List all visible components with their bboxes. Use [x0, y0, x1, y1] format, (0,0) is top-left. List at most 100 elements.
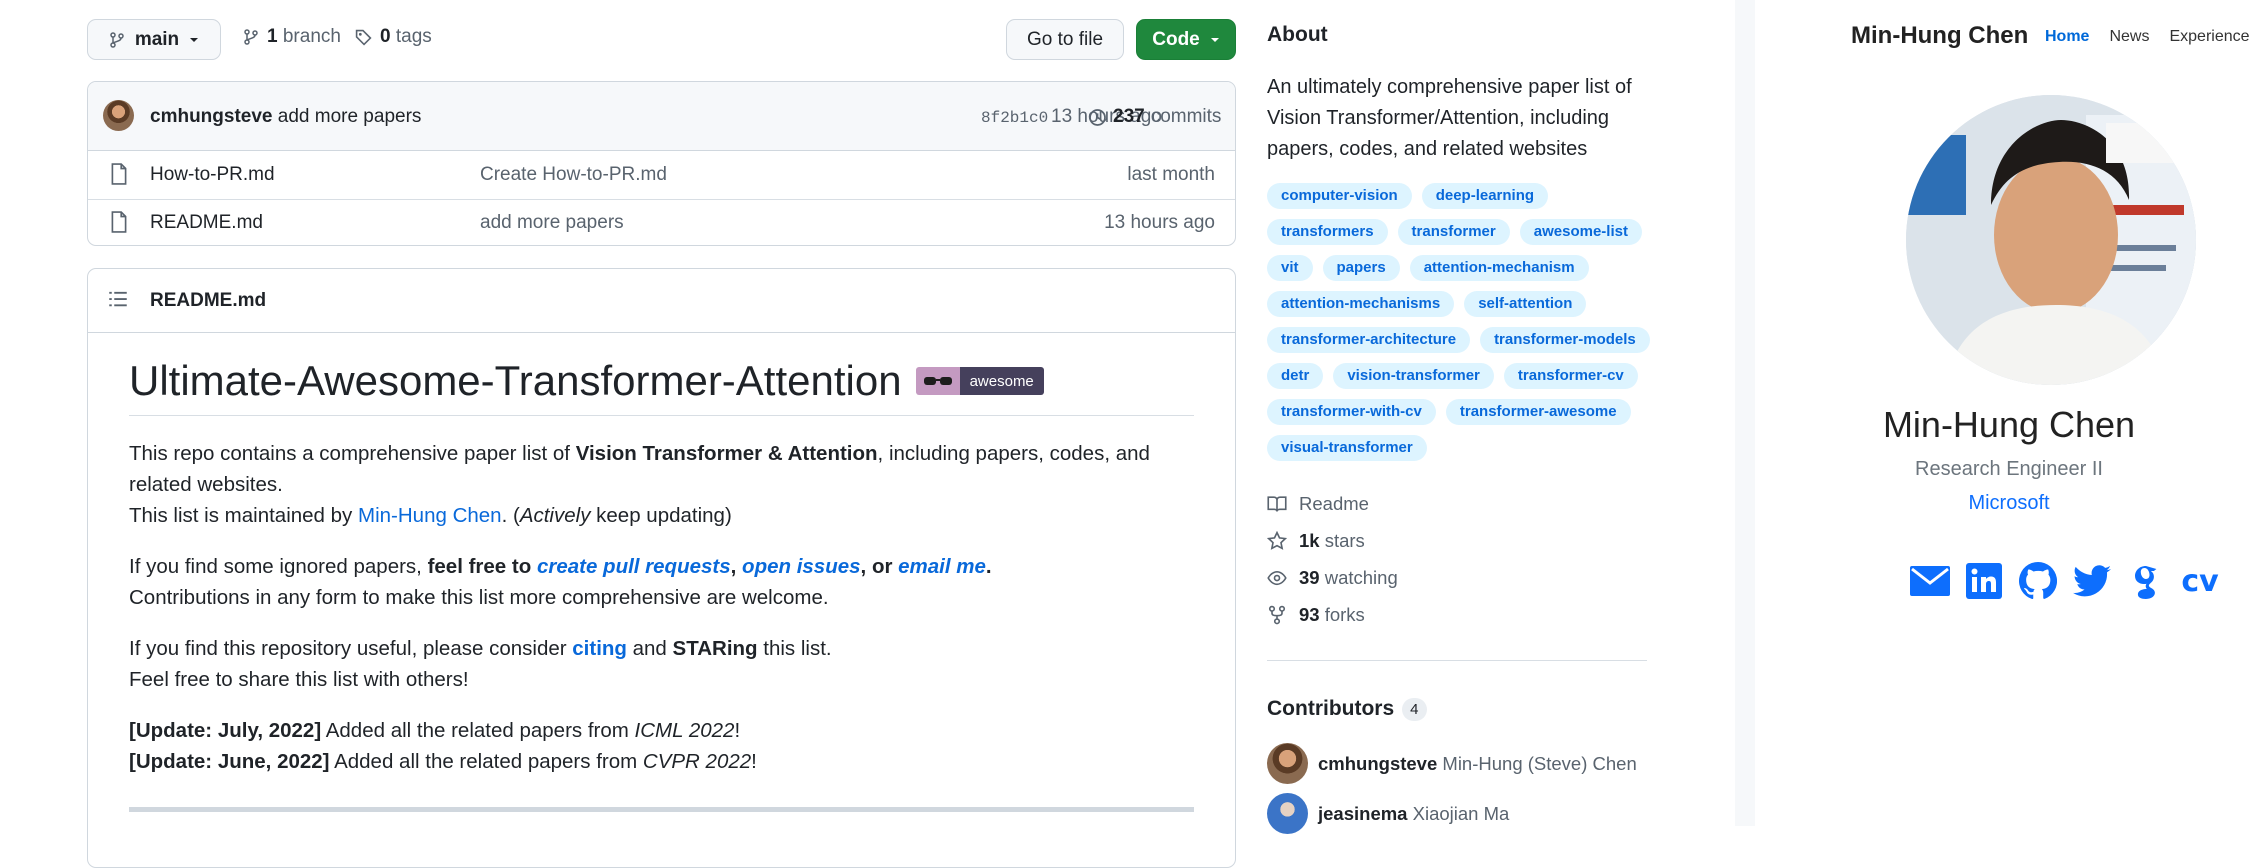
branch-count-link[interactable]: 1 branch — [243, 26, 341, 48]
topic-tag[interactable]: visual-transformer — [1267, 435, 1427, 461]
author-avatar[interactable] — [103, 100, 134, 131]
code-button[interactable]: Code — [1136, 19, 1236, 60]
topic-tag[interactable]: deep-learning — [1421, 183, 1549, 209]
commit-author[interactable]: cmhungsteve — [150, 106, 272, 127]
topic-tag[interactable]: papers — [1322, 255, 1400, 281]
profile-page: Min-Hung Chen Home News Experience P Min… — [1755, 0, 2263, 826]
readme-label: Readme — [1299, 493, 1369, 514]
contributors-heading[interactable]: Contributors 4 — [1267, 697, 1427, 721]
file-name[interactable]: README.md — [150, 212, 263, 234]
watching-count: 39 — [1299, 567, 1320, 588]
list-icon[interactable] — [108, 289, 128, 309]
commit-count: 237 — [1113, 106, 1145, 127]
topic-tag[interactable]: transformers — [1267, 219, 1388, 245]
site-brand[interactable]: Min-Hung Chen — [1851, 22, 2028, 50]
star-icon — [1267, 531, 1287, 550]
topic-tag[interactable]: detr — [1267, 363, 1324, 389]
commits-link[interactable]: 237 commits — [1088, 106, 1221, 128]
commit-count-label: commits — [1150, 106, 1222, 127]
branch-select-button[interactable]: main — [87, 19, 221, 60]
text: This list is maintained by — [129, 504, 359, 527]
social-links: cv — [1909, 560, 2221, 602]
text: Added all the related papers from — [329, 750, 643, 773]
tag-label: tags — [395, 26, 432, 47]
contributor-login: jeasinema — [1318, 802, 1408, 824]
tag-count-link[interactable]: 0 tags — [355, 26, 432, 48]
topic-tag[interactable]: transformer — [1397, 219, 1510, 245]
topic-tag[interactable]: transformer-models — [1480, 327, 1650, 353]
commit-message[interactable]: add more papers — [278, 106, 422, 127]
sidebar-divider — [1267, 660, 1647, 661]
email-me-link[interactable]: email me — [898, 555, 986, 578]
topic-tag[interactable]: transformer-awesome — [1445, 399, 1631, 425]
twitter-icon[interactable] — [2071, 560, 2113, 602]
topic-tag[interactable]: attention-mechanism — [1409, 255, 1589, 281]
file-commit-time: last month — [1127, 164, 1215, 185]
topic-tag[interactable]: transformer-with-cv — [1267, 399, 1436, 425]
text-italic: CVPR 2022 — [642, 750, 752, 773]
topic-tag[interactable]: self-attention — [1464, 291, 1587, 317]
git-branch-icon — [110, 31, 124, 48]
maintainer-link[interactable]: Min-Hung Chen — [358, 504, 502, 527]
topic-tag[interactable]: attention-mechanisms — [1267, 291, 1455, 317]
linkedin-icon[interactable] — [1963, 560, 2005, 602]
stars-label: stars — [1324, 530, 1365, 551]
contributor-login: cmhungsteve — [1318, 752, 1438, 774]
git-branch-icon — [244, 29, 258, 45]
file-icon — [111, 163, 127, 185]
text: This repo contains a comprehensive paper… — [129, 442, 576, 465]
topic-tag[interactable]: awesome-list — [1519, 219, 1642, 245]
citation-paragraph: If you find this repository useful, plea… — [129, 633, 1199, 695]
readme-title: Ultimate-Awesome-Transformer-Attention a… — [129, 357, 1044, 405]
go-to-file-button[interactable]: Go to file — [1006, 19, 1124, 60]
watching-link[interactable]: 39 watching — [1267, 567, 1398, 589]
file-commit-time: 13 hours ago — [1104, 212, 1215, 233]
topic-tag[interactable]: vit — [1267, 255, 1313, 281]
contributor-name: Min-Hung (Steve) Chen — [1442, 752, 1637, 774]
contributor-name: Xiaojian Ma — [1412, 802, 1510, 824]
text: keep updating) — [590, 504, 732, 527]
awesome-badge[interactable]: awesome — [915, 367, 1044, 395]
commit-sha[interactable]: 8f2b1c0 — [981, 109, 1048, 127]
open-issues-link[interactable]: open issues — [742, 555, 861, 578]
nav-news[interactable]: News — [2109, 28, 2149, 46]
contributor-item[interactable]: jeasinema Xiaojian Ma — [1267, 793, 1509, 834]
google-scholar-icon[interactable] — [2125, 560, 2167, 602]
contribute-paragraph: If you find some ignored papers, feel fr… — [129, 551, 1199, 613]
topic-tag[interactable]: transformer-cv — [1503, 363, 1638, 389]
forks-count: 93 — [1299, 604, 1320, 625]
file-commit-message[interactable]: add more papers — [480, 212, 624, 234]
email-icon[interactable] — [1909, 560, 1951, 602]
site-nav: Home News Experience P — [2045, 28, 2263, 46]
profile-org[interactable]: Microsoft — [1755, 492, 2263, 515]
create-pull-requests-link[interactable]: create pull requests — [537, 555, 731, 578]
stars-link[interactable]: 1k stars — [1267, 530, 1365, 552]
forks-label: forks — [1324, 604, 1365, 625]
contributor-avatar — [1267, 743, 1308, 784]
section-divider — [129, 807, 1194, 812]
topic-tag[interactable]: computer-vision — [1267, 183, 1412, 209]
topic-tag[interactable]: vision-transformer — [1333, 363, 1494, 389]
caret-down-icon — [190, 37, 199, 42]
book-icon — [1267, 496, 1287, 512]
file-name[interactable]: How-to-PR.md — [150, 164, 275, 186]
citing-link[interactable]: citing — [572, 637, 627, 660]
contributor-item[interactable]: cmhungsteve Min-Hung (Steve) Chen — [1267, 743, 1637, 784]
nav-experience[interactable]: Experience — [2169, 28, 2249, 46]
file-icon — [111, 211, 127, 233]
readme-link[interactable]: Readme — [1267, 493, 1369, 515]
readme-filename: README.md — [150, 290, 267, 311]
text: If you find some ignored papers, — [129, 555, 428, 578]
nav-home[interactable]: Home — [2045, 28, 2089, 46]
file-commit-message[interactable]: Create How-to-PR.md — [480, 164, 667, 186]
forks-link[interactable]: 93 forks — [1267, 604, 1365, 626]
text: and — [626, 637, 673, 660]
cv-link[interactable]: cv — [2179, 560, 2221, 602]
branch-label: branch — [282, 26, 341, 47]
github-icon[interactable] — [2017, 560, 2059, 602]
eye-icon — [1267, 570, 1287, 586]
watching-label: watching — [1324, 567, 1398, 588]
text: . ( — [501, 504, 520, 527]
about-description: An ultimately comprehensive paper list o… — [1267, 76, 1632, 160]
topic-tag[interactable]: transformer-architecture — [1267, 327, 1471, 353]
